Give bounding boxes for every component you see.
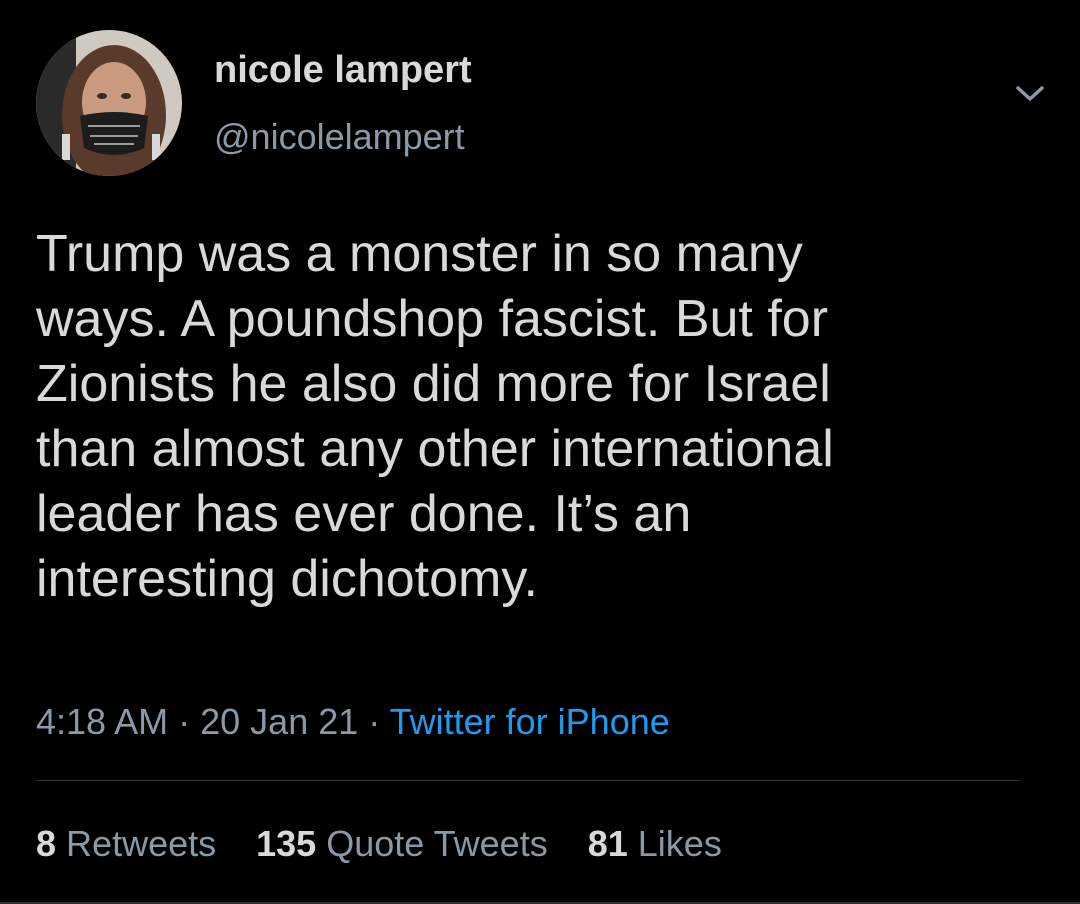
divider bbox=[36, 780, 1020, 781]
author-handle[interactable]: @nicolelampert bbox=[214, 115, 465, 159]
meta-separator: · bbox=[178, 701, 191, 742]
author-display-name[interactable]: nicole lampert bbox=[214, 48, 472, 92]
tweet-stats: 8 Retweets 135 Quote Tweets 81 Likes bbox=[36, 822, 752, 866]
user-avatar-photo-icon bbox=[36, 30, 182, 176]
tweet-meta: 4:18 AM · 20 Jan 21 · Twitter for iPhone bbox=[36, 700, 670, 744]
likes-stat[interactable]: 81 Likes bbox=[588, 823, 722, 864]
tweet-time[interactable]: 4:18 AM bbox=[36, 701, 168, 742]
likes-count: 81 bbox=[587, 823, 628, 864]
tweet-source-link[interactable]: Twitter for iPhone bbox=[390, 701, 670, 742]
tweet-text: Trump was a monster in so many ways. A p… bbox=[36, 225, 834, 608]
chevron-down-icon bbox=[1016, 86, 1044, 101]
meta-separator: · bbox=[368, 701, 381, 742]
tweet-menu-button[interactable] bbox=[1012, 78, 1048, 108]
avatar[interactable] bbox=[36, 30, 182, 176]
retweets-stat[interactable]: 8 Retweets bbox=[36, 823, 216, 864]
quote-tweets-count: 135 bbox=[256, 823, 317, 864]
retweets-count: 8 bbox=[36, 823, 57, 864]
likes-label: Likes bbox=[637, 823, 722, 864]
quote-tweets-label: Quote Tweets bbox=[326, 823, 548, 864]
tweet-detail: nicole lampert @nicolelampert Trump was … bbox=[0, 0, 1080, 904]
quote-tweets-stat[interactable]: 135 Quote Tweets bbox=[256, 823, 548, 864]
retweets-label: Retweets bbox=[66, 823, 217, 864]
tweet-date[interactable]: 20 Jan 21 bbox=[200, 701, 358, 742]
